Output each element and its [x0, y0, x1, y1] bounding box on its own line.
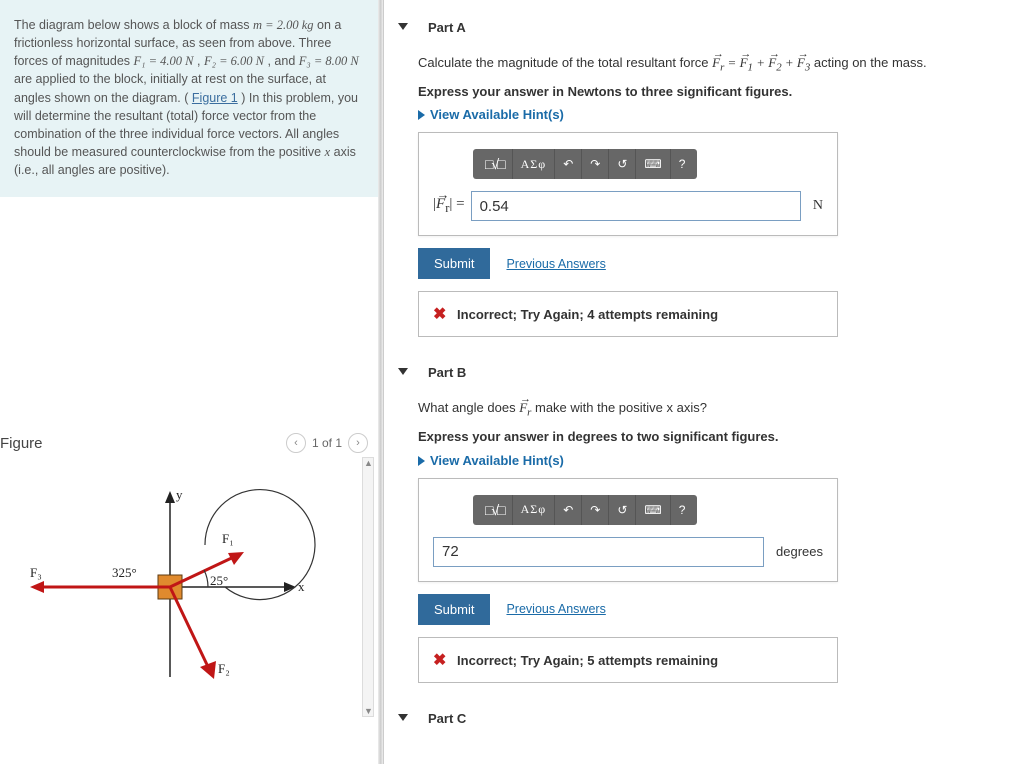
submit-button[interactable]: Submit: [418, 594, 490, 625]
previous-answers-link[interactable]: Previous Answers: [506, 602, 605, 616]
equation-toolbar: □√□ ΑΣφ ↶ ↷ ↺ ⌨ ?: [473, 495, 697, 525]
f1-label: F₁: [222, 531, 234, 546]
keyboard-icon[interactable]: ⌨: [636, 495, 670, 525]
keyboard-icon[interactable]: ⌨: [636, 149, 670, 179]
intro-text: The diagram below shows a block of mass: [14, 18, 253, 32]
hints-toggle[interactable]: View Available Hint(s): [418, 107, 1014, 122]
f2-expr: F₂ = 6.00 N: [204, 54, 264, 68]
part-b-instruction: Express your answer in degrees to two si…: [418, 427, 1014, 447]
undo-icon[interactable]: ↶: [555, 495, 582, 525]
redo-icon[interactable]: ↷: [582, 495, 609, 525]
part-c: Part C: [418, 711, 1014, 726]
collapse-icon[interactable]: [398, 714, 408, 721]
figure-canvas: y x F₁ 25° F₂ F₃: [0, 457, 378, 717]
reset-icon[interactable]: ↺: [609, 149, 636, 179]
submit-button[interactable]: Submit: [418, 248, 490, 279]
feedback-b: ✖ Incorrect; Try Again; 5 attempts remai…: [418, 637, 838, 683]
mass-expr: m = 2.00 kg: [253, 18, 314, 32]
answer-box-b: □√□ ΑΣφ ↶ ↷ ↺ ⌨ ? degrees: [418, 478, 838, 582]
greek-tool[interactable]: ΑΣφ: [513, 149, 556, 179]
svg-text:25°: 25°: [210, 573, 228, 588]
part-a-instruction: Express your answer in Newtons to three …: [418, 82, 1014, 102]
help-icon[interactable]: ?: [671, 149, 694, 179]
template-tool[interactable]: □√□: [477, 495, 513, 525]
feedback-a: ✖ Incorrect; Try Again; 4 attempts remai…: [418, 291, 838, 337]
incorrect-icon: ✖: [433, 652, 446, 669]
part-title: Part B: [428, 365, 466, 380]
f3-label: F₃: [30, 565, 42, 580]
answer-input-b[interactable]: [433, 537, 764, 567]
incorrect-icon: ✖: [433, 306, 446, 323]
figure-page: 1 of 1: [312, 436, 342, 450]
figure-link[interactable]: Figure 1: [192, 91, 238, 105]
part-b: Part B What angle does Fr make with the …: [418, 365, 1014, 682]
part-a: Part A Calculate the magnitude of the to…: [418, 20, 1014, 337]
undo-icon[interactable]: ↶: [555, 149, 582, 179]
redo-icon[interactable]: ↷: [582, 149, 609, 179]
collapse-icon[interactable]: [398, 368, 408, 375]
collapse-icon[interactable]: [398, 23, 408, 30]
f1-expr: F₁ = 4.00 N: [134, 54, 194, 68]
problem-intro: The diagram below shows a block of mass …: [0, 0, 378, 197]
figure-next-button[interactable]: ›: [348, 433, 368, 453]
greek-tool[interactable]: ΑΣφ: [513, 495, 556, 525]
y-axis-label: y: [176, 487, 183, 502]
f2-label: F₂: [218, 661, 230, 676]
part-title: Part A: [428, 20, 466, 35]
reset-icon[interactable]: ↺: [609, 495, 636, 525]
f3-expr: F₃ = 8.00 N: [299, 54, 359, 68]
unit-label: degrees: [770, 544, 823, 559]
figure-scrollbar[interactable]: [362, 457, 374, 717]
answer-input-a[interactable]: [471, 191, 801, 221]
figure-prev-button[interactable]: ‹: [286, 433, 306, 453]
previous-answers-link[interactable]: Previous Answers: [506, 257, 605, 271]
answer-box-a: □√□ ΑΣφ ↶ ↷ ↺ ⌨ ? |Fr| = N: [418, 132, 838, 236]
part-title: Part C: [428, 711, 466, 726]
template-tool[interactable]: □√□: [477, 149, 513, 179]
svg-text:325°: 325°: [112, 565, 137, 580]
hints-toggle[interactable]: View Available Hint(s): [418, 453, 1014, 468]
part-b-prompt: What angle does Fr make with the positiv…: [418, 398, 1014, 421]
figure-title: Figure: [0, 435, 43, 452]
help-icon[interactable]: ?: [671, 495, 694, 525]
figure-pager: ‹ 1 of 1 ›: [286, 433, 368, 453]
answer-label: |Fr| =: [433, 196, 465, 216]
equation-toolbar: □√□ ΑΣφ ↶ ↷ ↺ ⌨ ?: [473, 149, 697, 179]
part-a-prompt: Calculate the magnitude of the total res…: [418, 53, 1014, 76]
unit-label: N: [807, 198, 823, 214]
